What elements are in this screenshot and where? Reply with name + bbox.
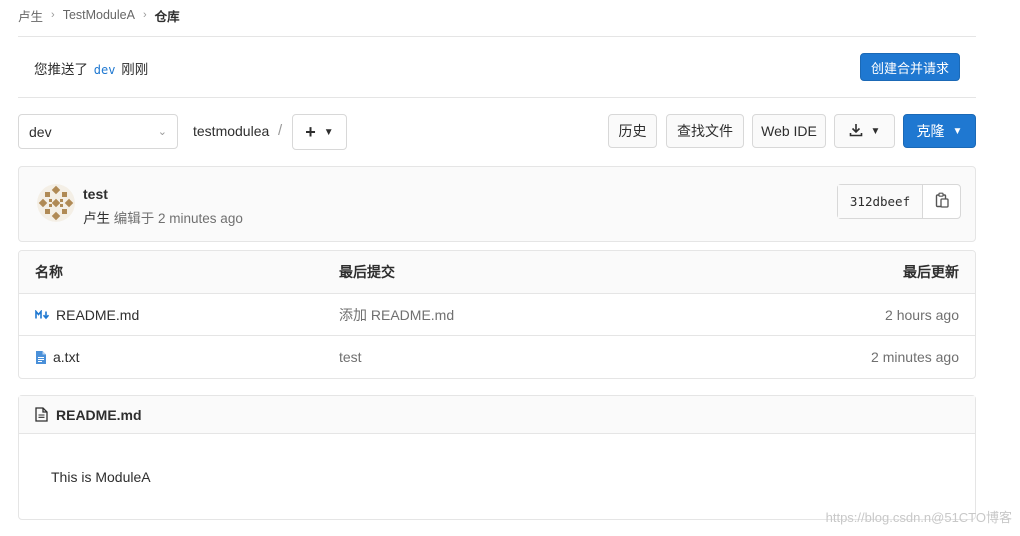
document-icon <box>35 407 48 422</box>
web-ide-button[interactable]: Web IDE <box>752 114 826 148</box>
download-icon <box>849 123 863 140</box>
chevron-down-icon: ▼ <box>952 125 963 137</box>
text-file-icon <box>35 350 47 365</box>
file-commit-message[interactable]: test <box>339 336 362 378</box>
commit-title[interactable]: test <box>83 186 108 202</box>
breadcrumb-item-user[interactable]: 卢生 <box>18 6 43 25</box>
file-table-header: 名称 最后提交 最后更新 <box>19 251 975 294</box>
readme-header: README.md <box>19 396 975 434</box>
markdown-icon <box>35 309 50 320</box>
divider <box>18 36 976 37</box>
file-link[interactable]: a.txt <box>53 349 79 365</box>
branch-select[interactable]: dev ⌄ <box>18 114 178 149</box>
branch-select-value: dev <box>29 123 52 140</box>
column-header-last-update: 最后更新 <box>903 264 959 280</box>
file-commit-message[interactable]: 添加 README.md <box>339 294 454 335</box>
readme-panel: README.md This is ModuleA <box>18 395 976 520</box>
history-button[interactable]: 历史 <box>608 114 657 148</box>
clipboard-icon <box>935 192 949 211</box>
chevron-right-icon: › <box>51 9 55 21</box>
file-link[interactable]: README.md <box>56 307 139 323</box>
copy-sha-button[interactable] <box>923 185 960 218</box>
push-banner-branch[interactable]: dev <box>94 63 116 77</box>
create-merge-request-button[interactable]: 创建合并请求 <box>860 53 960 81</box>
plus-icon: + <box>305 121 316 142</box>
find-file-button[interactable]: 查找文件 <box>666 114 744 148</box>
breadcrumb-item-project[interactable]: TestModuleA <box>63 8 135 22</box>
commit-time: 2 minutes ago <box>158 211 243 226</box>
commit-meta: 卢生 编辑于 2 minutes ago <box>83 207 243 227</box>
file-table: 名称 最后提交 最后更新 README.md 添加 README.md 2 ho… <box>18 250 976 379</box>
push-banner-suffix: 刚刚 <box>121 62 149 77</box>
column-header-name: 名称 <box>35 264 63 280</box>
chevron-down-icon: ▼ <box>870 125 881 137</box>
file-updated: 2 hours ago <box>885 306 959 323</box>
push-banner: 您推送了 dev 刚刚 <box>34 58 148 78</box>
repo-path[interactable]: testmodulea <box>193 123 269 139</box>
add-dropdown-button[interactable]: + ▼ <box>292 114 347 150</box>
breadcrumb: 卢生 › TestModuleA › 仓库 <box>18 6 180 24</box>
chevron-down-icon: ⌄ <box>157 126 167 138</box>
file-name-cell: a.txt <box>35 336 79 378</box>
avatar[interactable] <box>37 184 75 222</box>
divider <box>18 97 976 98</box>
last-commit-panel: test 卢生 编辑于 2 minutes ago 312dbeef <box>18 166 976 242</box>
watermark: https://blog.csdn.n@51CTO博客 <box>825 510 1012 525</box>
table-row[interactable]: README.md 添加 README.md 2 hours ago <box>19 294 975 336</box>
chevron-down-icon: ▼ <box>323 126 334 138</box>
commit-sha[interactable]: 312dbeef <box>838 185 923 218</box>
chevron-right-icon: › <box>142 9 147 21</box>
clone-dropdown-button[interactable]: 克隆 ▼ <box>903 114 976 148</box>
commit-author[interactable]: 卢生 <box>83 211 110 226</box>
readme-filename[interactable]: README.md <box>56 407 142 423</box>
download-dropdown-button[interactable]: ▼ <box>834 114 895 148</box>
clone-button-label: 克隆 <box>916 123 945 139</box>
commit-action: 编辑于 <box>113 211 155 226</box>
file-updated: 2 minutes ago <box>871 349 959 365</box>
path-separator: / <box>278 122 283 139</box>
column-header-last-commit: 最后提交 <box>339 264 395 280</box>
breadcrumb-current: 仓库 <box>154 9 180 24</box>
file-name-cell: README.md <box>35 294 139 335</box>
table-row[interactable]: a.txt test 2 minutes ago <box>19 336 975 378</box>
commit-sha-group: 312dbeef <box>837 184 961 219</box>
push-banner-prefix: 您推送了 <box>34 62 88 77</box>
readme-content: This is ModuleA <box>51 469 151 485</box>
